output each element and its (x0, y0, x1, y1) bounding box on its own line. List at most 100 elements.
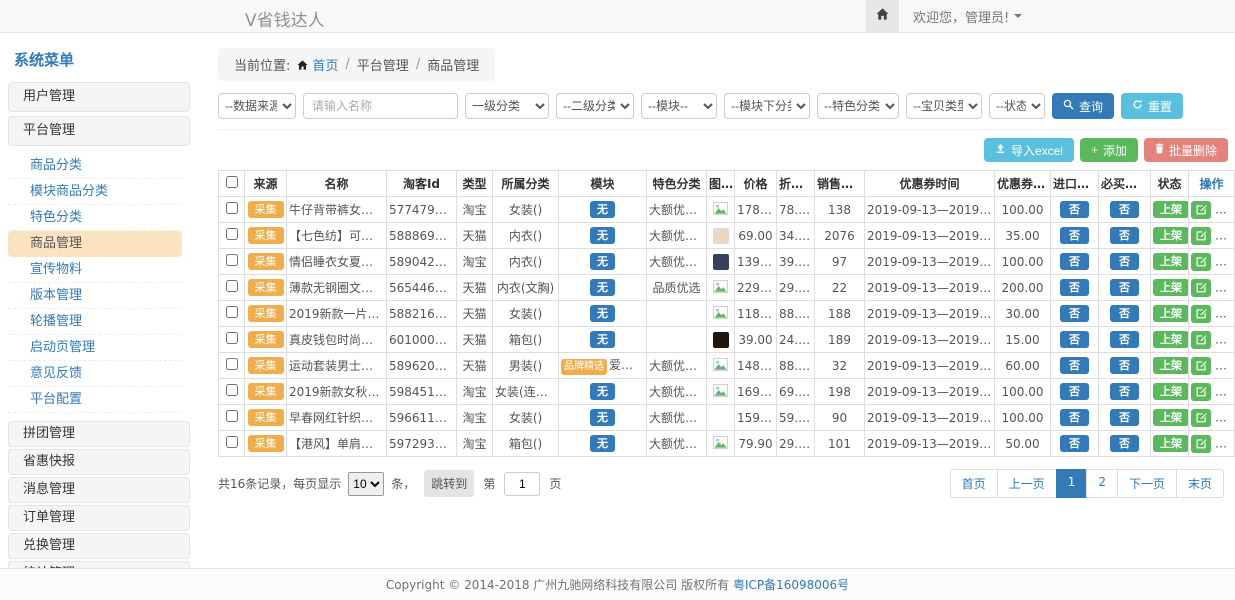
status-toggle[interactable]: 上架 (1153, 409, 1189, 426)
column-header: 必买清单 (1099, 171, 1151, 197)
sidebar-item-promo-material[interactable]: 宣传物料 (8, 257, 182, 283)
row-checkbox[interactable] (226, 306, 238, 318)
batch-delete-button[interactable]: 批量删除 (1144, 138, 1228, 162)
import-select-toggle[interactable]: 否 (1060, 357, 1089, 374)
discount-price: 69.90 (777, 379, 815, 405)
status-toggle[interactable]: 上架 (1153, 357, 1189, 374)
import-select-toggle[interactable]: 否 (1060, 201, 1089, 218)
import-select-toggle[interactable]: 否 (1060, 279, 1089, 296)
edit-button[interactable] (1191, 253, 1211, 271)
user-menu[interactable]: 欢迎您，管理员! (899, 7, 1028, 26)
sidebar-item-version-management[interactable]: 版本管理 (8, 283, 182, 309)
reset-button[interactable]: 重置 (1121, 93, 1183, 119)
sidebar-item-feature-category[interactable]: 特色分类 (8, 205, 182, 231)
must-buy-toggle[interactable]: 否 (1110, 331, 1139, 348)
sidebar-item-feedback[interactable]: 意见反馈 (8, 361, 182, 387)
status-toggle[interactable]: 上架 (1153, 331, 1189, 348)
add-button[interactable]: + 添加 (1080, 138, 1138, 162)
last-page-button[interactable]: 末页 (1176, 469, 1224, 498)
status-toggle[interactable]: 上架 (1153, 383, 1189, 400)
must-buy-toggle[interactable]: 否 (1110, 253, 1139, 270)
row-checkbox[interactable] (226, 254, 238, 266)
edit-button[interactable] (1191, 201, 1211, 219)
sidebar-item-group-buy[interactable]: 拼团管理 (8, 421, 190, 447)
must-buy-toggle[interactable]: 否 (1110, 357, 1139, 374)
taoke-id: 565446685867 (387, 275, 457, 301)
item-type-select[interactable]: --宝贝类型-- (906, 93, 982, 119)
prev-page-button[interactable]: 上一页 (997, 469, 1057, 498)
sidebar-item-savings-news[interactable]: 省惠快报 (8, 449, 190, 475)
import-select-toggle[interactable]: 否 (1060, 253, 1089, 270)
jump-button[interactable]: 跳转到 (424, 470, 474, 497)
table-row: 采集薄款无钢圈文胸聚拢性...565446685867天猫内衣(文胸)无品质优选… (219, 275, 1235, 301)
feature-category-select[interactable]: --特色分类-- (817, 93, 899, 119)
page-number-input[interactable] (504, 472, 540, 496)
edit-button[interactable] (1191, 383, 1211, 401)
must-buy-toggle[interactable]: 否 (1110, 201, 1139, 218)
sidebar-item-carousel-management[interactable]: 轮播管理 (8, 309, 182, 335)
sidebar-item-splash-management[interactable]: 启动页管理 (8, 335, 182, 361)
name-search-input[interactable] (303, 93, 458, 119)
import-select-toggle[interactable]: 否 (1060, 409, 1089, 426)
import-excel-button[interactable]: 导入excel (984, 138, 1074, 162)
status-toggle[interactable]: 上架 (1153, 227, 1189, 244)
status-select[interactable]: --状态-- (989, 93, 1045, 119)
level2-category-select[interactable]: --二级分类-- (556, 93, 634, 119)
status-toggle[interactable]: 上架 (1153, 253, 1189, 270)
icp-link[interactable]: 粤ICP备16098006号 (733, 576, 849, 593)
must-buy-toggle[interactable]: 否 (1110, 383, 1139, 400)
import-select-toggle[interactable]: 否 (1060, 383, 1089, 400)
import-select-toggle[interactable]: 否 (1060, 305, 1089, 322)
first-page-button[interactable]: 首页 (950, 469, 998, 498)
import-select-toggle[interactable]: 否 (1060, 331, 1089, 348)
row-checkbox[interactable] (226, 358, 238, 370)
row-checkbox[interactable] (226, 436, 238, 448)
sidebar-item-module-goods-category[interactable]: 模块商品分类 (8, 179, 182, 205)
status-toggle[interactable]: 上架 (1153, 201, 1189, 218)
edit-button[interactable] (1191, 279, 1211, 297)
row-checkbox[interactable] (226, 228, 238, 240)
next-page-button[interactable]: 下一页 (1117, 469, 1177, 498)
must-buy-toggle[interactable]: 否 (1110, 409, 1139, 426)
sidebar-item-platform-config[interactable]: 平台配置 (8, 387, 182, 413)
import-select-toggle[interactable]: 否 (1060, 227, 1089, 244)
row-checkbox[interactable] (226, 280, 238, 292)
row-checkbox[interactable] (226, 202, 238, 214)
data-source-select[interactable]: --数据来源-- (218, 93, 296, 119)
must-buy-toggle[interactable]: 否 (1110, 227, 1139, 244)
status-toggle[interactable]: 上架 (1153, 279, 1189, 296)
page-2-button[interactable]: 2 (1086, 469, 1118, 498)
sidebar-item-message-management[interactable]: 消息管理 (8, 477, 190, 503)
must-buy-toggle[interactable]: 否 (1110, 279, 1139, 296)
level1-category-select[interactable]: 一级分类 (465, 93, 549, 119)
row-checkbox[interactable] (226, 410, 238, 422)
module-subcategory-select[interactable]: --模块下分类-- (724, 93, 810, 119)
import-select-toggle[interactable]: 否 (1060, 435, 1089, 452)
sidebar-item-platform-management[interactable]: 平台管理 (8, 116, 190, 146)
sidebar-item-exchange-management[interactable]: 兑换管理 (8, 533, 190, 559)
row-checkbox[interactable] (226, 384, 238, 396)
discount-price: 29.90 (777, 431, 815, 457)
home-button[interactable] (866, 0, 899, 32)
sidebar-item-goods-category[interactable]: 商品分类 (8, 153, 182, 179)
edit-button[interactable] (1191, 331, 1211, 349)
sidebar-item-user-management[interactable]: 用户管理 (8, 82, 190, 112)
select-all-checkbox[interactable] (226, 176, 238, 188)
must-buy-toggle[interactable]: 否 (1110, 305, 1139, 322)
edit-button[interactable] (1191, 305, 1211, 323)
status-toggle[interactable]: 上架 (1153, 435, 1189, 452)
search-button[interactable]: 查询 (1052, 93, 1114, 119)
edit-button[interactable] (1191, 435, 1211, 453)
page-1-button[interactable]: 1 (1056, 469, 1088, 498)
edit-button[interactable] (1191, 409, 1211, 427)
per-page-select[interactable]: 10 (348, 472, 384, 496)
status-toggle[interactable]: 上架 (1153, 305, 1189, 322)
breadcrumb-home-link[interactable]: 首页 (297, 55, 338, 74)
must-buy-toggle[interactable]: 否 (1110, 435, 1139, 452)
edit-button[interactable] (1191, 357, 1211, 375)
sidebar-item-goods-management[interactable]: 商品管理 (8, 231, 182, 257)
sidebar-item-order-management[interactable]: 订单管理 (8, 505, 190, 531)
module-select[interactable]: --模块-- (641, 93, 717, 119)
edit-button[interactable] (1191, 227, 1211, 245)
row-checkbox[interactable] (226, 332, 238, 344)
